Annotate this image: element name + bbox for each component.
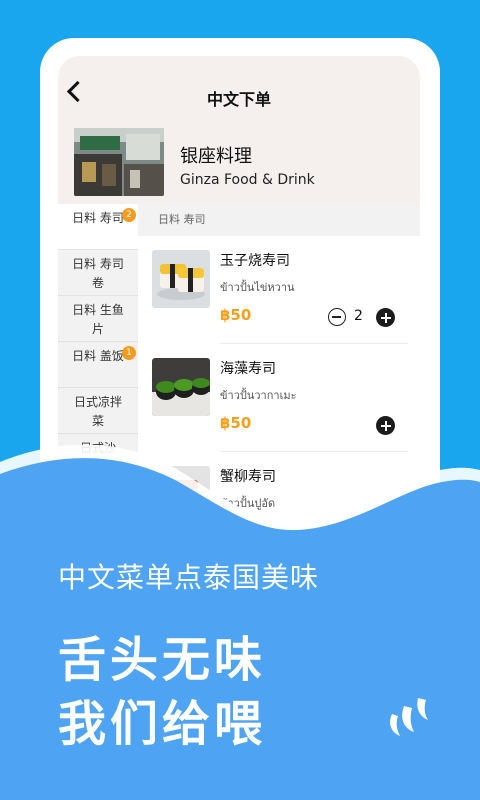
brand-logo-icon bbox=[390, 698, 428, 736]
promo-headline-line2: 我们给喂 bbox=[58, 696, 267, 752]
promo-headline-line1: 舌头无味 bbox=[58, 632, 267, 688]
promo-tagline: 中文菜单点泰国美味 bbox=[58, 561, 320, 594]
